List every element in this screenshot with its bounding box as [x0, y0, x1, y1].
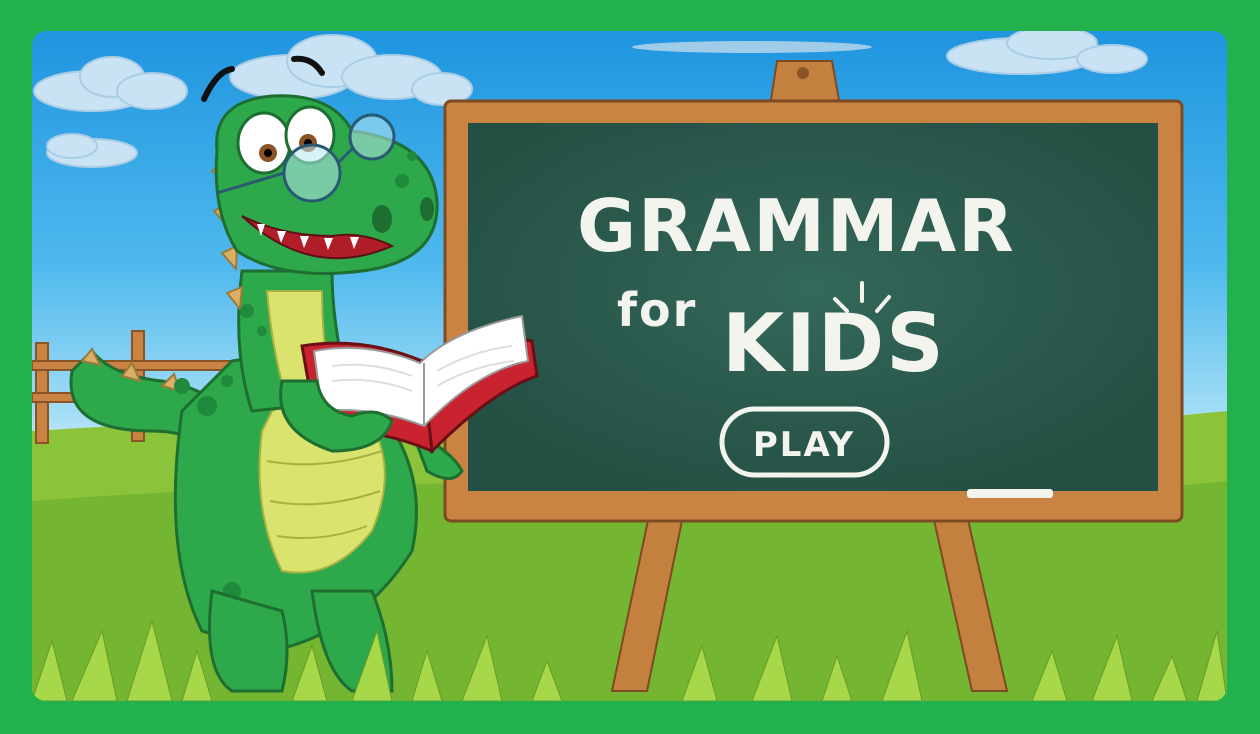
play-button-label: PLAY [753, 425, 855, 465]
title-line-1: GRAMMAR [577, 184, 1016, 268]
title-line-2-prefix: for [617, 283, 697, 337]
cloud-icon [946, 31, 1148, 75]
game-screen: GRAMMAR for KIDS PLAY [32, 31, 1227, 701]
chalk-icon [967, 489, 1053, 498]
title-scene: GRAMMAR for KIDS PLAY [32, 31, 1227, 701]
title-line-2-main: KIDS [722, 297, 946, 390]
cloud-icon [46, 133, 138, 168]
cloud-icon [33, 56, 188, 112]
cloud-icon [229, 34, 473, 106]
cloud-icon [632, 41, 872, 53]
